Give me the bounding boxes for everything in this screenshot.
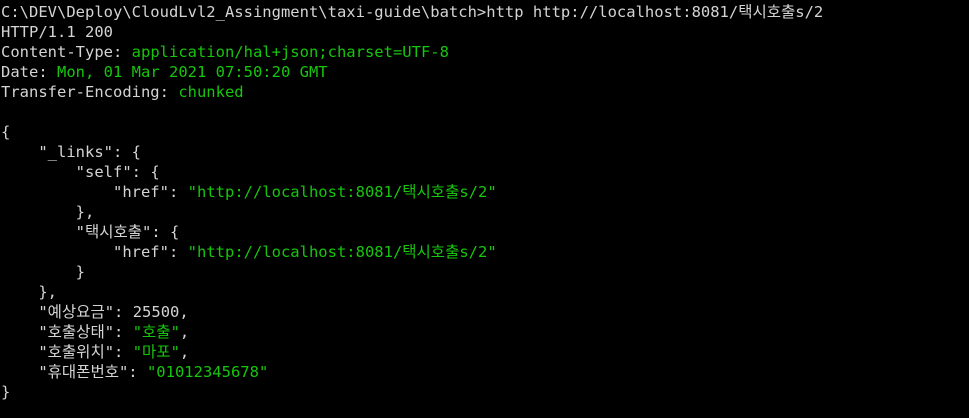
json-taxi-line: "택시호출": {	[75, 223, 180, 241]
header-value: application/hal+json;charset=UTF-8	[131, 43, 449, 61]
json-key: "self"	[75, 163, 132, 181]
json-key: "_links"	[38, 143, 113, 161]
json-close-links: },	[1, 283, 57, 301]
json-status-line: "호출상태": "호출",	[38, 323, 190, 341]
json-fare-line: "예상요금": 25500,	[38, 303, 189, 321]
json-string-value: "마포"	[132, 343, 180, 361]
json-key: "예상요금"	[38, 303, 115, 321]
header-separator: :	[159, 83, 179, 101]
command-text: http http://localhost:8081/택시호출s/2	[486, 3, 824, 21]
json-key: "택시호출"	[75, 223, 152, 241]
header-transfer-encoding: Transfer-Encoding: chunked	[1, 82, 969, 102]
json-key: "호출위치"	[38, 343, 115, 361]
command-prompt: C:\DEV\Deploy\CloudLvl2_Assingment\taxi-…	[1, 3, 487, 21]
header-date: Date: Mon, 01 Mar 2021 07:50:20 GMT	[1, 62, 969, 82]
header-value: chunked	[178, 83, 244, 101]
header-separator: :	[38, 63, 57, 81]
json-self-line: "self": {	[75, 163, 160, 181]
json-phone-line: "휴대폰번호": "01012345678"	[38, 363, 269, 381]
header-content-type: Content-Type: application/hal+json;chars…	[1, 42, 969, 62]
header-name: Transfer-Encoding	[1, 83, 160, 101]
json-close-taxi: }	[1, 263, 85, 281]
json-close-brace: }	[1, 383, 11, 401]
header-value: Mon, 01 Mar 2021 07:50:20 GMT	[57, 63, 328, 81]
json-taxi-href-line: "href": "http://localhost:8081/택시호출s/2"	[112, 243, 497, 261]
json-open-brace: {	[1, 123, 11, 141]
json-self-href-line: "href": "http://localhost:8081/택시호출s/2"	[112, 183, 497, 201]
terminal-window[interactable]: C:\DEV\Deploy\CloudLvl2_Assingment\taxi-…	[0, 0, 969, 418]
json-string-value: "호출"	[132, 323, 180, 341]
header-name: Date	[1, 63, 39, 81]
json-key: "호출상태"	[38, 323, 115, 341]
scrollbar-track[interactable]	[963, 0, 969, 418]
header-separator: :	[112, 43, 132, 61]
command-line: C:\DEV\Deploy\CloudLvl2_Assingment\taxi-…	[1, 2, 969, 22]
json-close-self: },	[1, 203, 95, 221]
json-string-value: "01012345678"	[146, 363, 269, 381]
http-status-line: HTTP/1.1 200	[1, 23, 113, 41]
header-name: Content-Type	[1, 43, 113, 61]
json-key: "휴대폰번호"	[38, 363, 129, 381]
json-links-line: "_links": {	[38, 143, 141, 161]
json-location-line: "호출위치": "마포",	[38, 343, 190, 361]
json-string-value: "http://localhost:8081/택시호출s/2"	[187, 183, 497, 201]
json-number-value: 25500	[132, 303, 180, 321]
json-string-value: "http://localhost:8081/택시호출s/2"	[187, 243, 497, 261]
json-key: "href"	[112, 183, 169, 201]
json-key: "href"	[112, 243, 169, 261]
